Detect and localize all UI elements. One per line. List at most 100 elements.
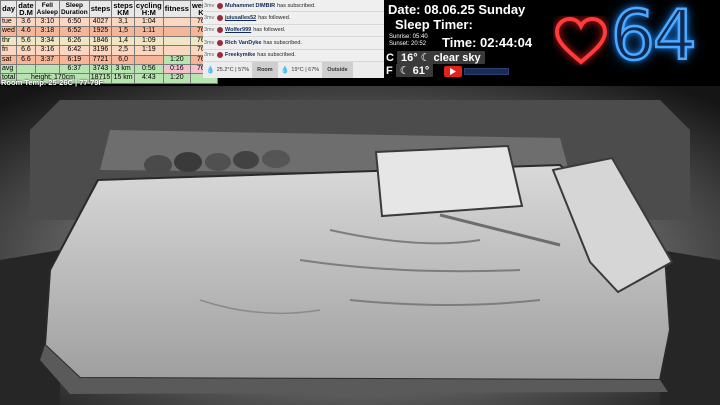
list-item: 3mv Muhammet DIMBIR has subscribed. <box>203 0 384 13</box>
cell-km: 6,0 <box>111 54 135 66</box>
fahrenheit-unit: F <box>386 64 393 77</box>
sunrise-label: Sunrise: 05:40 <box>389 34 428 40</box>
cell-date: 3.6 <box>16 16 36 28</box>
user-avatar-icon <box>217 52 223 59</box>
table-row: tue 3.6 3:10 6:50 4027 3,1 1:04 76,3 <box>0 16 218 28</box>
header-steps-km: steps KM <box>111 0 135 18</box>
feed-time: 3mv <box>204 2 215 9</box>
cell-avg-km: 3 km <box>111 64 135 75</box>
list-item: 3mv Freekymike has subscribed. <box>203 50 384 62</box>
feed-time: 3mv <box>204 39 215 46</box>
feed-user[interactable]: juiusalles52 <box>225 15 256 21</box>
cell-cycling <box>133 54 164 66</box>
list-item: 3mv Wolfer999 has followed. <box>203 25 384 38</box>
feed-user: Freekymike <box>225 52 256 59</box>
feed-user[interactable]: Wolfer999 <box>225 27 251 33</box>
feed-action: has followed. <box>258 15 291 22</box>
youtube-icon <box>444 66 462 77</box>
user-avatar-icon <box>217 2 223 9</box>
feed-action: has subscribed. <box>263 39 302 46</box>
user-avatar-icon <box>217 39 223 46</box>
cell-avg-cycling: 0:56 <box>133 64 164 75</box>
table-row: thr 5.6 3:34 6:26 1846 1,4 1:09 76,5 <box>0 35 218 47</box>
bpm-value: 64 <box>610 0 698 77</box>
cell-km: 3,1 <box>111 16 135 28</box>
sleep-timer-label: Sleep Timer: <box>395 17 473 32</box>
cell-fell-asleep: 3:16 <box>34 45 60 56</box>
cell-sleep-duration: 6:26 <box>58 35 90 47</box>
cell-km: 2,5 <box>111 45 135 56</box>
sun-times: Sunrise: 05:40 Sunset: 20:52 <box>389 34 428 48</box>
cell-km: 1,4 <box>111 35 135 47</box>
cell-fitness <box>162 35 191 47</box>
table-row: fri 6.6 3:16 6:42 3196 2,5 1:19 76,4 <box>0 45 218 56</box>
cell-fitness <box>162 26 191 37</box>
cell-sleep-duration: 6:52 <box>58 26 90 37</box>
outside-label: Outside <box>322 62 353 78</box>
feed-time: 3mv <box>204 15 215 22</box>
cell-steps: 4027 <box>88 16 113 28</box>
cell-date: 4.6 <box>16 26 36 37</box>
table-row: wed 4.6 3:18 6:52 1925 1,5 1:11 76,7 <box>0 26 218 37</box>
list-item: 3mv juiusalles52 has followed. <box>203 12 384 25</box>
activity-feed: 3mv Muhammet DIMBIR has subscribed. 3mv … <box>203 0 384 62</box>
cell-date: 5.6 <box>16 35 36 47</box>
cell-sleep-duration: 6:19 <box>58 54 90 66</box>
cell-km: 1,5 <box>111 26 135 37</box>
cell-fitness <box>162 16 191 28</box>
cell-fitness: 1:20 <box>162 54 191 66</box>
feed-action: has subscribed. <box>257 52 296 59</box>
outside-weather: 💧 19°C | 67% <box>278 62 323 78</box>
cell-date: 6.6 <box>16 45 36 56</box>
weather-fahrenheit: F ☾ 61° <box>386 64 434 77</box>
cell-cycling: 1:09 <box>133 35 164 47</box>
clock-label: Time: 02:44:04 <box>442 35 533 50</box>
feed-user: Muhammet DIMBIR <box>225 2 276 9</box>
cell-day: fri <box>0 45 18 56</box>
cell-avg-fitness: 0:16 <box>162 64 191 75</box>
cell-steps: 7721 <box>88 54 113 66</box>
info-panel: Date: 08.06.25 Sunday Sleep Timer: Sunri… <box>384 0 549 78</box>
weather-celsius: C 16° ☾ clear sky <box>386 51 485 64</box>
feed-time: 3mv <box>204 27 215 34</box>
cell-fitness <box>162 45 191 56</box>
cell-steps: 1846 <box>88 35 113 47</box>
cell-total-km: 15 km <box>111 73 135 84</box>
table-row: sat 6.6 3:37 6:19 7721 6,0 1:20 76,8 <box>0 54 218 66</box>
sunset-label: Sunset: 20:52 <box>389 41 427 47</box>
room-weather: 💧 25.2°C | 57% <box>203 62 252 78</box>
room-label: Room <box>252 62 278 78</box>
header-cycling: cycling H:M <box>133 0 164 18</box>
header-sleep-duration: Sleep Duration <box>58 0 90 18</box>
header-day: day <box>0 0 18 18</box>
celsius-value: 16° ☾ clear sky <box>396 51 485 64</box>
feed-action: has followed. <box>253 27 286 34</box>
cell-fell-asleep: 3:37 <box>34 54 60 66</box>
feed-user: Rich VanDyke <box>225 39 262 46</box>
header-steps: steps <box>88 0 113 18</box>
cell-steps: 3196 <box>88 45 113 56</box>
feed-action: has subscribed. <box>277 2 316 9</box>
cell-sleep-duration: 6:50 <box>58 16 90 28</box>
feed-time: 3mv <box>204 52 215 59</box>
cell-avg-duration: 6:37 <box>58 64 90 75</box>
header-fell-asleep: Fell Asleep <box>34 0 60 18</box>
cell-steps: 1925 <box>88 26 113 37</box>
heart-icon <box>554 16 608 65</box>
user-avatar-icon <box>217 27 223 34</box>
cell-cycling: 1:11 <box>133 26 164 37</box>
header-fitness: fitness <box>162 0 191 18</box>
cell-day: wed <box>0 26 18 37</box>
outside-temp-value: 19°C | 67% <box>291 67 320 73</box>
droplet-icon: 💧 <box>206 67 215 74</box>
temperature-bar: 💧 25.2°C | 57% Room 💧 19°C | 67% Outside <box>203 62 384 78</box>
cell-avg-steps: 3743 <box>88 64 113 75</box>
cell-day: thr <box>0 35 18 47</box>
cell-cycling: 1:19 <box>133 45 164 56</box>
cell-day: sat <box>0 54 18 66</box>
subscriber-goal-bar <box>464 68 509 75</box>
cell-sleep-duration: 6:42 <box>58 45 90 56</box>
droplet-icon: 💧 <box>280 67 290 74</box>
table-row-average: avg 6:37 3743 3 km 0:56 0:16 76,5 <box>0 64 218 75</box>
date-label: Date: 08.06.25 Sunday <box>388 2 526 17</box>
